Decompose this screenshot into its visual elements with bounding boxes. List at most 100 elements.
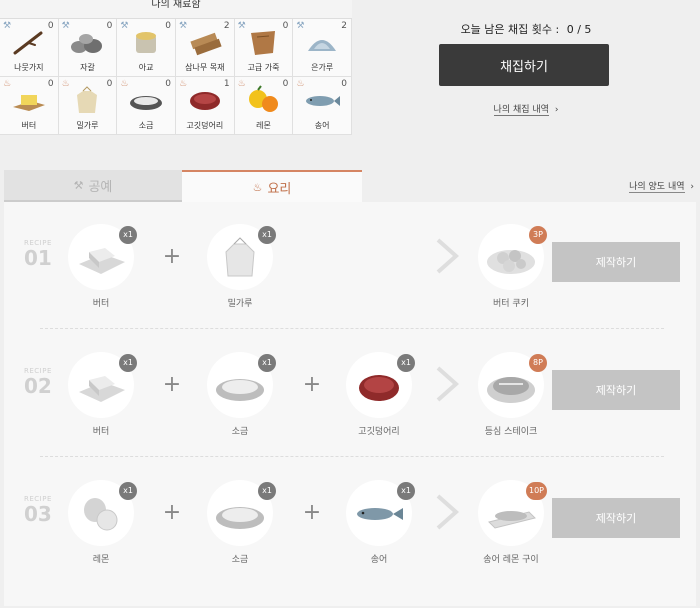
result-name: 송어 레몬 구이 <box>483 555 539 565</box>
item-name: 레몬 <box>256 121 271 130</box>
chevron-right-icon: › <box>554 105 559 115</box>
remaining-value: 0 / 5 <box>566 23 592 36</box>
recipe-number: RECIPE 02 <box>24 368 64 398</box>
lemon-icon <box>249 85 279 112</box>
make-button[interactable]: 제작하기 <box>552 242 680 282</box>
recipe-number: RECIPE 01 <box>24 240 64 270</box>
ingredient-butter: x1 <box>68 352 137 418</box>
plus-icon: + <box>162 244 182 269</box>
butter-icon <box>12 95 45 111</box>
hammer-icon: ⚒ <box>73 178 84 192</box>
points-badge: 10P <box>525 482 547 500</box>
inventory-slot[interactable]: ⚒ 0 고급 가죽 <box>234 19 294 77</box>
cedar-wood-icon <box>190 32 222 56</box>
cooking-pot-icon: ♨ <box>252 180 263 194</box>
item-name: 송어 <box>314 121 330 130</box>
inventory-title: 나의 재료함 <box>151 0 201 10</box>
arrow-right-icon <box>436 494 460 530</box>
gather-history-label: 나의 채집 내역 <box>493 105 549 116</box>
inventory-slot[interactable]: ⚒ 2 은가루 <box>293 19 352 77</box>
inventory-slot[interactable]: ♨ 1 고깃덩어리 <box>176 77 235 135</box>
meat-icon <box>189 92 220 110</box>
gravel-icon <box>71 34 103 53</box>
ingredient-name: 고깃덩어리 <box>358 427 400 437</box>
inventory-slot[interactable]: ♨ 0 레몬 <box>234 77 294 135</box>
recipe-index: 02 <box>24 374 52 398</box>
trade-history-label: 나의 양도 내역 <box>629 182 685 193</box>
salt-icon <box>130 96 163 110</box>
gather-button[interactable]: 채집하기 <box>439 44 609 86</box>
result-butter-cookie: 3P <box>478 224 547 290</box>
inventory-slot[interactable]: ⚒ 0 나뭇가지 <box>0 19 59 77</box>
meat-icon <box>359 375 399 401</box>
item-name: 고깃덩어리 <box>186 121 224 130</box>
inventory-slot[interactable]: ♨ 0 버터 <box>0 77 59 135</box>
plus-icon: + <box>302 372 322 397</box>
item-name: 은가루 <box>311 63 334 72</box>
ingredient-salt: x1 <box>207 480 276 546</box>
plus-icon: + <box>162 372 182 397</box>
tab-cook[interactable]: ♨ 요리 <box>182 170 362 202</box>
recipe-row: RECIPE 02 x1 버터 + x1 소금 + x1 고깃덩어리 8P 등심… <box>4 330 696 458</box>
plus-icon: + <box>162 500 182 525</box>
trout-icon <box>357 508 403 520</box>
recipe-row: RECIPE 01 x1 버터 + x1 밀가루 3P 버터 쿠키 제작하기 <box>4 202 696 330</box>
recipe-number: RECIPE 03 <box>24 496 64 526</box>
material-inventory: 나의 재료함 ⚒ 0 나뭇가지 ⚒ 0 자갈 ⚒ 0 아교 ⚒ 2 삼나무 목재 <box>0 0 352 135</box>
cookie-icon <box>487 250 535 274</box>
item-name: 나뭇가지 <box>14 63 44 72</box>
result-sirloin-steak: 8P <box>478 352 547 418</box>
points-badge: 3P <box>529 226 547 244</box>
salt-icon <box>216 379 264 401</box>
salt-icon <box>216 507 264 529</box>
tab-cook-label: 요리 <box>267 181 292 197</box>
ingredient-name: 버터 <box>92 299 110 309</box>
inventory-slot[interactable]: ⚒ 2 삼나무 목재 <box>176 19 235 77</box>
item-name: 아교 <box>138 63 154 72</box>
inventory-slot[interactable]: ⚒ 0 자갈 <box>58 19 118 77</box>
result-name: 등심 스테이크 <box>484 427 538 437</box>
ingredient-name: 버터 <box>92 427 110 437</box>
inventory-slot[interactable]: ⚒ 0 아교 <box>117 19 176 77</box>
make-button[interactable]: 제작하기 <box>552 370 680 410</box>
trade-history-link[interactable]: 나의 양도 내역 › <box>629 179 694 193</box>
gather-panel: 오늘 남은 채집 횟수 : 0 / 5 채집하기 나의 채집 내역 › <box>352 0 700 134</box>
flour-icon <box>77 86 98 113</box>
item-name: 버터 <box>21 121 37 130</box>
glue-icon <box>136 32 157 53</box>
recipe-divider <box>40 328 664 329</box>
quantity-badge: x1 <box>119 354 137 372</box>
quantity-badge: x1 <box>258 226 276 244</box>
ingredient-salt: x1 <box>207 352 276 418</box>
ingredient-meat: x1 <box>346 352 415 418</box>
recipe-row: RECIPE 03 x1 레몬 + x1 소금 + x1 송어 10P 송어 레… <box>4 458 696 586</box>
arrow-right-icon <box>436 366 460 402</box>
branch-icon <box>13 31 43 55</box>
make-button[interactable]: 제작하기 <box>552 498 680 538</box>
ingredient-name: 송어 <box>370 555 388 565</box>
recipe-index: 03 <box>24 502 52 526</box>
recipe-divider <box>40 456 664 457</box>
points-badge: 8P <box>529 354 547 372</box>
tab-craft[interactable]: ⚒ 공예 <box>4 170 182 202</box>
inventory-grid: ⚒ 0 나뭇가지 ⚒ 0 자갈 ⚒ 0 아교 ⚒ 2 삼나무 목재 ⚒ 0 고급 <box>0 18 352 135</box>
flour-icon <box>225 237 255 277</box>
recipe-index: 01 <box>24 246 52 270</box>
steak-icon <box>487 377 535 403</box>
ingredient-lemon: x1 <box>68 480 137 546</box>
ingredient-name: 소금 <box>231 427 249 437</box>
inventory-slot[interactable]: ♨ 0 소금 <box>117 77 176 135</box>
inventory-slot[interactable]: ♨ 0 송어 <box>293 77 352 135</box>
quantity-badge: x1 <box>397 354 415 372</box>
item-name: 자갈 <box>80 63 95 72</box>
gather-history-link[interactable]: 나의 채집 내역 › <box>352 102 700 116</box>
remaining-gather-count: 오늘 남은 채집 횟수 : 0 / 5 <box>352 21 700 37</box>
item-name: 소금 <box>138 121 154 130</box>
quantity-badge: x1 <box>119 226 137 244</box>
lemon-icon <box>84 498 118 531</box>
trout-icon <box>306 96 341 106</box>
quantity-badge: x1 <box>397 482 415 500</box>
tab-craft-label: 공예 <box>88 179 113 195</box>
ingredient-name: 소금 <box>231 555 249 565</box>
inventory-slot[interactable]: ♨ 0 밀가루 <box>58 77 118 135</box>
